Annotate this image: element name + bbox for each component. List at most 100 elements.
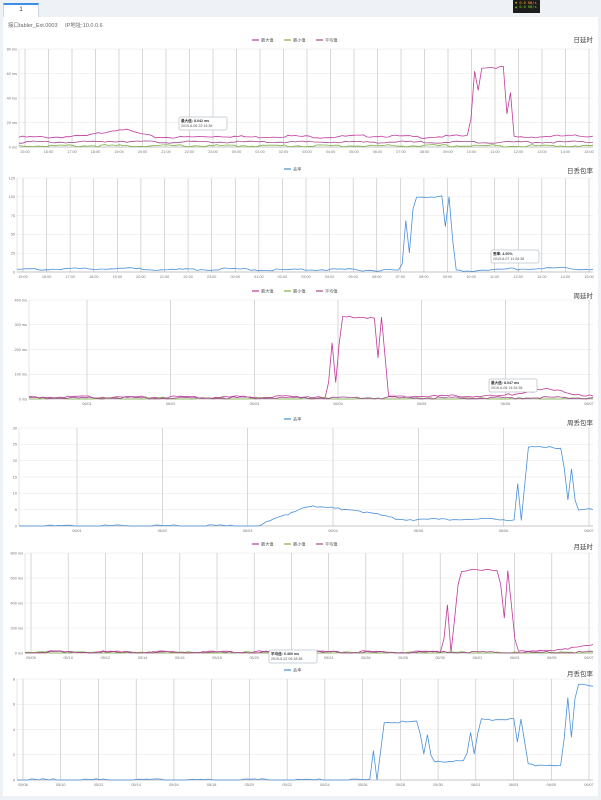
chart-title: 日延时	[574, 35, 594, 44]
legend-item[interactable]: 丢率	[284, 166, 301, 173]
legend-item[interactable]: 最小值	[284, 37, 306, 44]
y-tick-label: 25	[13, 443, 17, 447]
monthly-latency-chart: 月延时 最大值 最小值 平均值 800 ms 600 ms 400 ms 200 ms 0 ms…	[11, 541, 594, 664]
x-tick-label: 06/06	[499, 529, 509, 533]
x-tick-label: 05/24	[324, 656, 334, 660]
x-tick-label: 05/24	[320, 783, 330, 787]
x-tick-label: 06/01	[72, 529, 82, 533]
x-tick-label: 20:00	[138, 150, 148, 154]
x-tick-label: 05/14	[131, 783, 141, 787]
y-tick-label: 125	[9, 176, 15, 180]
x-tick-label: 05:00	[349, 150, 359, 154]
x-tick-label: 00:00	[232, 150, 242, 154]
chart-title: 日丢包率	[567, 166, 594, 175]
tooltip: 平均值: 6.360 ms2019-5-22 09:18:38	[268, 649, 318, 664]
svg-text:最大值: 最大值	[261, 288, 274, 295]
x-tick-label: 14:00	[561, 150, 571, 154]
x-tick-label: 21:00	[160, 275, 170, 279]
x-tick-label: 07:00	[396, 150, 406, 154]
tooltip: 最大值: 8.042 ms2019-6-06 22:19:38	[178, 116, 228, 131]
x-tick-label: 04:00	[326, 150, 336, 154]
x-tick-label: 06/04	[333, 402, 343, 406]
legend-item[interactable]: 丢率	[284, 416, 301, 423]
svg-text:丢率: 丢率	[293, 416, 301, 423]
tab-1[interactable]: 1	[3, 3, 39, 17]
x-tick-label: 10:00	[466, 275, 476, 279]
x-tick-label: 06/02	[158, 529, 168, 533]
top-bar: 1 ▼ 0.0 KB/s ▲ 0.0 KB/s	[0, 0, 601, 17]
x-tick-label: 05/12	[94, 783, 104, 787]
x-tick-label: 06/01	[471, 783, 481, 787]
series-line	[18, 65, 594, 139]
x-tick-label: 05/10	[56, 783, 66, 787]
legend-item[interactable]: 最大值	[252, 288, 274, 295]
x-tick-label: 05/14	[138, 656, 148, 660]
x-tick-label: 19:00	[114, 150, 124, 154]
y-tick-label: 0	[15, 524, 17, 528]
legend-item[interactable]: 最小值	[284, 288, 306, 295]
x-tick-label: 15:00	[584, 275, 594, 279]
x-tick-label: 06/01	[82, 402, 92, 406]
x-tick-label: 13:00	[537, 275, 547, 279]
svg-text:丢率: 丢率	[293, 667, 301, 674]
x-tick-label: 00:00	[230, 275, 240, 279]
y-tick-label: 0 ms	[9, 145, 17, 149]
x-tick-label: 22:00	[185, 150, 195, 154]
x-tick-label: 06/03	[510, 656, 520, 660]
daily-latency-chart: 日延时最大值 最小值 平均值80 ms60 ms40 ms20 ms0 ms15:0…	[7, 35, 594, 154]
legend-item[interactable]: 平均值	[316, 541, 338, 548]
y-tick-label: 2	[13, 753, 15, 757]
x-tick-label: 06/06	[501, 402, 511, 406]
x-tick-label: 05/16	[169, 783, 179, 787]
x-tick-label: 02:00	[278, 275, 288, 279]
x-tick-label: 10:00	[467, 150, 477, 154]
weekly-latency-chart: 周延时 最大值 最小值 平均值 400 ms 300 ms 200 ms 100 ms 0 ms…	[15, 288, 594, 407]
x-tick-label: 13:00	[537, 150, 547, 154]
y-tick-label: 0 ms	[15, 651, 23, 655]
interface-label: 接口tabler_Ext.0003	[8, 23, 58, 29]
x-tick-label: 01:00	[255, 150, 265, 154]
y-tick-label: 100 ms	[15, 373, 28, 377]
x-tick-label: 05/20	[249, 656, 259, 660]
legend-item[interactable]: 最大值	[252, 37, 274, 44]
x-tick-label: 09:00	[443, 275, 453, 279]
x-tick-label: 06/07	[584, 529, 594, 533]
daily-loss-chart: 日丢包率丢率125100755025015:00 16:00 17:00 18:00 1…	[9, 166, 594, 280]
svg-text:最大值: 8.047 ms: 最大值: 8.047 ms	[491, 380, 519, 385]
y-tick-label: 5	[15, 508, 17, 512]
x-tick-label: 08:00	[420, 150, 430, 154]
legend-item[interactable]: 最大值	[252, 541, 274, 548]
chart-title: 周延时	[574, 291, 594, 300]
svg-text:2019-6-06 14:34:38: 2019-6-06 14:34:38	[491, 386, 522, 390]
legend-item[interactable]: 平均值	[316, 288, 338, 295]
x-tick-label: 03:00	[301, 275, 311, 279]
x-tick-label: 06/03	[509, 783, 519, 787]
legend-item[interactable]: 最小值	[284, 541, 306, 548]
x-tick-label: 23:00	[208, 150, 218, 154]
x-tick-label: 17:00	[67, 150, 77, 154]
y-tick-label: 400 ms	[15, 298, 28, 302]
chart-title: 月丢包率	[567, 669, 594, 678]
interface-info: 接口tabler_Ext.0003 IP地址:10.0.0.6	[8, 21, 109, 29]
y-tick-label: 40 ms	[7, 96, 17, 100]
legend-item[interactable]: 丢率	[284, 667, 301, 674]
x-tick-label: 05/08	[18, 783, 28, 787]
x-tick-label: 03:00	[302, 150, 312, 154]
x-tick-label: 19:00	[113, 275, 123, 279]
x-tick-label: 22:00	[183, 275, 193, 279]
y-tick-label: 300 ms	[15, 323, 28, 327]
y-tick-label: 50	[11, 233, 15, 237]
series-line	[24, 568, 594, 654]
y-tick-label: 8	[13, 677, 15, 681]
network-status-widget: ▼ 0.0 KB/s ▲ 0.0 KB/s	[513, 0, 540, 13]
tooltip: 丢率: 4.00%2019-6-07 11:26:38	[490, 249, 540, 264]
series-line	[19, 140, 594, 144]
x-tick-label: 05:00	[348, 275, 358, 279]
legend-item[interactable]: 平均值	[316, 37, 338, 44]
svg-text:平均值: 平均值	[325, 37, 338, 44]
x-tick-label: 06/05	[417, 402, 427, 406]
y-tick-label: 6	[13, 703, 15, 707]
x-tick-label: 17:00	[65, 275, 75, 279]
x-tick-label: 20:00	[136, 275, 146, 279]
x-tick-label: 06/03	[243, 529, 253, 533]
